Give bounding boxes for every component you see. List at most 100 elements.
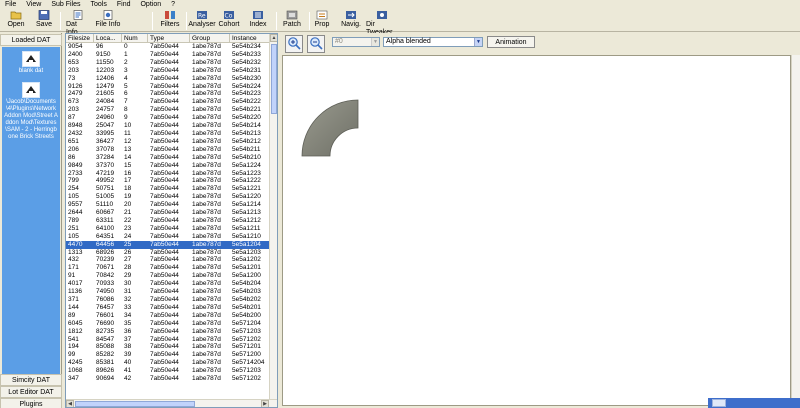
cell-instance: 5e5714204 <box>232 359 265 367</box>
table-row[interactable]: 651 36427 12 7ab50e44 1abe787d 5e54b212 <box>66 138 271 146</box>
patch-button[interactable]: Patch <box>281 10 303 31</box>
table-row[interactable]: 1812 82735 36 7ab50e44 1abe787d 5e571203 <box>66 328 271 336</box>
table-row[interactable]: 9054 96 0 7ab50e44 1abe787d 5e54b234 <box>66 43 271 51</box>
table-row[interactable]: 789 63311 22 7ab50e44 1abe787d 5e5a1212 <box>66 217 271 225</box>
cell-group: 1abe787d <box>192 74 221 82</box>
table-row[interactable]: 432 70239 27 7ab50e44 1abe787d 5e5a1202 <box>66 256 271 264</box>
table-row[interactable]: 8948 25047 10 7ab50e44 1abe787d 5e54b214 <box>66 122 271 130</box>
cell-group: 1abe787d <box>192 359 221 367</box>
plugins-button[interactable]: Plugins <box>0 398 62 408</box>
filters-button[interactable]: Filters <box>158 10 182 31</box>
table-row[interactable]: 2479 21605 6 7ab50e44 1abe787d 5e54b223 <box>66 90 271 98</box>
table-row[interactable]: 541 84547 37 7ab50e44 1abe787d 5e571202 <box>66 336 271 344</box>
table-row[interactable]: 371 76086 32 7ab50e44 1abe787d 5e54b202 <box>66 296 271 304</box>
table-row[interactable]: 144 76457 33 7ab50e44 1abe787d 5e54b201 <box>66 304 271 312</box>
column-num[interactable]: Num <box>122 34 148 42</box>
table-row[interactable]: 89 76601 34 7ab50e44 1abe787d 5e54b200 <box>66 312 271 320</box>
prop-icon <box>316 10 328 20</box>
table-row[interactable]: 86 37284 14 7ab50e44 1abe787d 5e54b210 <box>66 154 271 162</box>
animation-button[interactable]: Animation <box>487 36 535 48</box>
open-button[interactable]: Open <box>5 10 27 31</box>
scroll-left-arrow[interactable]: ◀ <box>66 400 74 407</box>
column-type[interactable]: Type <box>148 34 190 42</box>
table-row[interactable]: 1136 74950 31 7ab50e44 1abe787d 5e54b203 <box>66 288 271 296</box>
cohort-button[interactable]: Co Cohort <box>218 10 240 31</box>
loaded-dat-header[interactable]: Loaded DAT <box>0 34 62 46</box>
zoom-out-button[interactable] <box>307 35 325 53</box>
cell-group: 1abe787d <box>192 114 221 122</box>
table-row[interactable]: 2400 9150 1 7ab50e44 1abe787d 5e54b233 <box>66 51 271 59</box>
table-row[interactable]: 87 24960 9 7ab50e44 1abe787d 5e54b220 <box>66 114 271 122</box>
table-row[interactable]: 91 70842 29 7ab50e44 1abe787d 5e5a1200 <box>66 272 271 280</box>
table-row[interactable]: 105 51005 19 7ab50e44 1abe787d 5e5a1220 <box>66 193 271 201</box>
cell-filesize: 1068 <box>68 367 83 375</box>
table-row[interactable]: 99 85282 39 7ab50e44 1abe787d 5e571200 <box>66 351 271 359</box>
table-row[interactable]: 4017 70933 30 7ab50e44 1abe787d 5e54b204 <box>66 280 271 288</box>
simcity-dat-button[interactable]: Simcity DAT <box>0 374 62 386</box>
menu-sub-files[interactable]: Sub Files <box>46 0 85 9</box>
save-button[interactable]: Save <box>34 10 54 31</box>
table-row[interactable]: 105 64351 24 7ab50e44 1abe787d 5e5a1210 <box>66 233 271 241</box>
index-button[interactable]: Index <box>248 10 268 31</box>
dat-info-button[interactable]: Dat Info <box>66 10 90 36</box>
table-row[interactable]: 9557 51110 20 7ab50e44 1abe787d 5e5a1214 <box>66 201 271 209</box>
texture-index-dropdown[interactable]: #0 ▼ <box>332 37 380 47</box>
column-group[interactable]: Group <box>190 34 230 42</box>
table-row[interactable]: 251 64100 23 7ab50e44 1abe787d 5e5a1211 <box>66 225 271 233</box>
cell-location: 12406 <box>96 74 115 82</box>
prop-button[interactable]: Prop <box>313 10 331 31</box>
table-row[interactable]: 673 24084 7 7ab50e44 1abe787d 5e54b222 <box>66 98 271 106</box>
texture-canvas[interactable] <box>282 55 791 406</box>
table-row[interactable]: 203 24757 8 7ab50e44 1abe787d 5e54b221 <box>66 106 271 114</box>
table-row[interactable]: 653 11550 2 7ab50e44 1abe787d 5e54b232 <box>66 59 271 67</box>
menu-option[interactable]: Option <box>135 0 166 9</box>
table-row[interactable]: 1068 89626 41 7ab50e44 1abe787d 5e571203 <box>66 367 271 375</box>
table-vertical-scrollbar[interactable]: ▲ <box>269 34 277 400</box>
file-info-button[interactable]: File Info <box>94 10 122 31</box>
zoom-in-button[interactable] <box>285 35 303 53</box>
menu-find[interactable]: Find <box>112 0 136 9</box>
table-row[interactable]: 9849 37370 15 7ab50e44 1abe787d 5e5a1224 <box>66 162 271 170</box>
blend-mode-dropdown[interactable]: Alpha blended ▼ <box>383 37 483 47</box>
table-row[interactable]: 203 12203 3 7ab50e44 1abe787d 5e54b231 <box>66 67 271 75</box>
table-row[interactable]: 2644 60667 21 7ab50e44 1abe787d 5e5a1213 <box>66 209 271 217</box>
table-row[interactable]: 9126 12479 5 7ab50e44 1abe787d 5e54b224 <box>66 83 271 91</box>
menu-file[interactable]: File <box>0 0 21 9</box>
table-row[interactable]: 194 85088 38 7ab50e44 1abe787d 5e571201 <box>66 343 271 351</box>
scroll-right-arrow[interactable]: ▶ <box>261 400 269 407</box>
menu-help[interactable]: ? <box>166 0 180 9</box>
lot-editor-dat-button[interactable]: Lot Editor DAT <box>0 386 62 398</box>
table-row[interactable]: 73 12406 4 7ab50e44 1abe787d 5e54b230 <box>66 75 271 83</box>
table-horizontal-scrollbar[interactable]: ◀ ▶ <box>66 399 277 407</box>
table-row[interactable]: 2432 33995 11 7ab50e44 1abe787d 5e54b213 <box>66 130 271 138</box>
navigate-button[interactable]: Navig. <box>339 10 363 31</box>
column-filesize[interactable]: Filesize <box>66 34 94 42</box>
cell-num: 22 <box>124 216 132 224</box>
canvas-vertical-scrollbar[interactable] <box>791 55 800 406</box>
table-row[interactable]: 206 37078 13 7ab50e44 1abe787d 5e54b211 <box>66 146 271 154</box>
table-row[interactable]: 6045 76690 35 7ab50e44 1abe787d 5e571204 <box>66 320 271 328</box>
table-row[interactable]: 254 50751 18 7ab50e44 1abe787d 5e5a1221 <box>66 185 271 193</box>
scroll-thumb[interactable] <box>271 44 277 114</box>
dir-tweaker-button[interactable]: Dir Tweaker <box>366 10 398 36</box>
table-row[interactable]: 171 70671 28 7ab50e44 1abe787d 5e5a1201 <box>66 264 271 272</box>
table-row[interactable]: 1313 68926 26 7ab50e44 1abe787d 5e5a1203 <box>66 249 271 257</box>
table-row[interactable]: 799 49952 17 7ab50e44 1abe787d 5e5a1222 <box>66 177 271 185</box>
dat-item-blank[interactable]: blank dat <box>2 47 60 75</box>
column-instance[interactable]: Instance <box>230 34 271 42</box>
column-location[interactable]: Loca... <box>94 34 122 42</box>
analyser-button[interactable]: Re Analyser <box>188 10 216 31</box>
cell-type: 7ab50e44 <box>150 224 179 232</box>
scroll-thumb[interactable] <box>75 401 195 407</box>
menu-view[interactable]: View <box>21 0 46 9</box>
file-info-icon <box>102 10 114 20</box>
dat-item-sam[interactable]: \Jacob\Documents\4\Plugins\Network Addon… <box>2 75 60 141</box>
table-row[interactable]: 4470 64456 25 7ab50e44 1abe787d 5e5a1204 <box>66 240 271 249</box>
menu-tools[interactable]: Tools <box>86 0 112 9</box>
toolbar-separator <box>152 12 153 30</box>
table-row[interactable]: 347 90694 42 7ab50e44 1abe787d 5e571202 <box>66 375 271 383</box>
table-row[interactable]: 4245 85381 40 7ab50e44 1abe787d 5e5714204 <box>66 359 271 367</box>
table-row[interactable]: 2733 47219 16 7ab50e44 1abe787d 5e5a1223 <box>66 170 271 178</box>
scroll-up-arrow[interactable]: ▲ <box>270 34 277 42</box>
cell-filesize: 651 <box>68 137 79 145</box>
